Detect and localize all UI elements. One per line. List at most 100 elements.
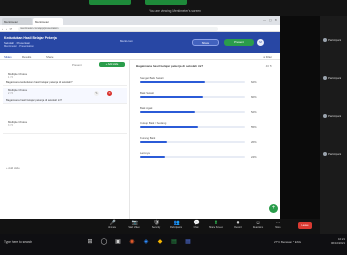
zoom-icon[interactable]: ◈ bbox=[142, 238, 150, 246]
leave-label: Leave bbox=[301, 224, 309, 227]
share-button[interactable]: Share bbox=[192, 39, 219, 46]
chat-icon: 💬 bbox=[193, 220, 200, 226]
option-label: Sangat Baik Sekali bbox=[140, 76, 164, 80]
zoom-view-options-pill[interactable] bbox=[145, 0, 187, 5]
share-title: You are viewing Mentimeter's screen bbox=[149, 9, 201, 13]
result-option: Baik Sekali 60% bbox=[140, 91, 264, 103]
file-explorer-icon[interactable]: ◆ bbox=[156, 238, 164, 246]
address-bar: ‹ › ⟳ mentimeter.com/app/presentation bbox=[0, 25, 280, 32]
record-button[interactable]: ⏺ Record bbox=[229, 220, 247, 230]
participants-label: Participants bbox=[169, 227, 182, 229]
taskbar-clock[interactable]: 10:21 06/10/2021 bbox=[331, 237, 345, 245]
option-label: Cukup Baik / Sedang bbox=[140, 121, 167, 125]
result-option: Lainnya 24% bbox=[140, 151, 264, 163]
unmute-button[interactable]: 🎤 Unmute bbox=[103, 221, 121, 230]
share-screen-button[interactable]: ⬆ Share Screen bbox=[207, 221, 225, 230]
participant-item[interactable]: Participant bbox=[323, 36, 345, 43]
slide-item[interactable]: Multiple Choice 3 / 5 bbox=[3, 120, 127, 134]
results-question: Bagaimana hasil belajar pekerja di sekol… bbox=[136, 64, 204, 68]
option-percent: 52% bbox=[251, 109, 257, 114]
slide-number: 1 / 5 bbox=[8, 76, 13, 79]
task-view-icon[interactable]: ▣ bbox=[114, 238, 122, 246]
shared-browser-window: Mentimeter Mentimeter — ▢ ✕ ‹ › ⟳ mentim… bbox=[0, 16, 280, 219]
participant-avatar bbox=[323, 37, 327, 42]
option-percent: 26% bbox=[251, 139, 257, 144]
option-bar bbox=[140, 111, 195, 114]
add-icon[interactable]: + bbox=[269, 204, 278, 213]
unmute-label: Unmute bbox=[107, 227, 117, 229]
option-label: Lainnya bbox=[140, 151, 150, 155]
option-bar bbox=[140, 156, 166, 159]
chat-button[interactable]: 💬 Chat bbox=[187, 220, 205, 230]
tab-results[interactable]: Results bbox=[22, 55, 31, 59]
participant-item[interactable]: Participant bbox=[323, 150, 345, 157]
security-button[interactable]: 🛡 Security bbox=[147, 220, 165, 230]
browser-tab[interactable]: Mentimeter bbox=[2, 18, 32, 25]
option-bar-track bbox=[140, 81, 245, 84]
participant-avatar bbox=[323, 75, 327, 80]
chrome-icon[interactable]: ◉ bbox=[128, 238, 136, 246]
record-icon: ⏺ bbox=[236, 220, 240, 226]
start-video-icon: 📷 bbox=[131, 220, 138, 226]
slide-item[interactable]: Multiple Choice 1 / 5 Bagaimana keduduka… bbox=[3, 72, 127, 86]
record-label: Record bbox=[234, 227, 242, 229]
participant-item[interactable]: Participant bbox=[323, 112, 345, 119]
participant-avatar bbox=[323, 113, 327, 118]
result-option: Kurang Baik 26% bbox=[140, 136, 264, 148]
present-button[interactable]: Present bbox=[224, 39, 254, 46]
option-percent: 24% bbox=[251, 154, 257, 159]
option-label: Kurang Baik bbox=[140, 136, 156, 140]
start-video-button[interactable]: 📷 Start Video bbox=[125, 220, 143, 230]
present-link[interactable]: Present bbox=[72, 63, 82, 67]
participant-name: Participant bbox=[328, 37, 342, 42]
zoom-controls-bar: 🎤 Unmute 📷 Start Video 🛡 Security 👥 Participant… bbox=[0, 219, 320, 234]
filter-button[interactable]: ≡ Filter bbox=[263, 55, 272, 59]
more-icon: ⋯ bbox=[275, 220, 281, 226]
reactions-icon: ☺ bbox=[255, 220, 261, 226]
delete-icon[interactable]: ✕ bbox=[107, 91, 112, 96]
option-bar-track bbox=[140, 126, 245, 129]
security-label: Security bbox=[151, 227, 161, 229]
participant-item[interactable]: Participant bbox=[323, 74, 345, 81]
add-slide-link[interactable]: + Add slide bbox=[6, 166, 20, 170]
more-button[interactable]: ⋯ More bbox=[269, 220, 287, 230]
slide-number: 2 / 5 bbox=[8, 92, 13, 95]
option-bar bbox=[140, 81, 206, 84]
url-input[interactable]: mentimeter.com/app/presentation bbox=[18, 26, 218, 31]
participants-panel: Participant Participant Participant Part… bbox=[320, 16, 347, 234]
browser-tab-active[interactable]: Mentimeter bbox=[33, 18, 63, 25]
participants-button[interactable]: 👥 Participants bbox=[167, 220, 185, 230]
search-circle-icon[interactable]: ◯ bbox=[100, 238, 108, 246]
excel-icon[interactable]: ▤ bbox=[170, 238, 178, 246]
participant-avatar bbox=[323, 151, 327, 156]
result-option: Sangat Baik Sekali 62% bbox=[140, 76, 264, 88]
zoom-status-pill[interactable] bbox=[89, 0, 131, 5]
windows-start-icon[interactable]: ⊞ bbox=[86, 238, 94, 246]
participants-icon: 👥 bbox=[173, 220, 180, 226]
tab-share[interactable]: Share bbox=[46, 55, 53, 59]
system-tray[interactable]: 27°C Berawan ^ ENG bbox=[274, 240, 301, 244]
join-code-label: Menti.com bbox=[120, 39, 133, 43]
results-panel: Bagaimana hasil belajar pekerja di sekol… bbox=[130, 60, 280, 219]
window-controls[interactable]: — ▢ ✕ bbox=[263, 18, 278, 22]
chat-label: Chat bbox=[193, 227, 199, 229]
user-avatar[interactable]: M bbox=[257, 39, 264, 46]
security-icon: 🛡 bbox=[153, 220, 160, 226]
reactions-button[interactable]: ☺ Reactions bbox=[249, 220, 267, 230]
leave-button[interactable]: Leave bbox=[298, 222, 312, 229]
presentation-meta: Mentimeter · Presentation bbox=[4, 45, 34, 48]
nav-buttons[interactable]: ‹ › ⟳ bbox=[2, 27, 13, 31]
response-count: 46 ↻ bbox=[265, 64, 272, 68]
result-option: Baik Agak 52% bbox=[140, 106, 264, 118]
slide-number: 3 / 5 bbox=[8, 124, 13, 127]
option-bar bbox=[140, 126, 198, 129]
sub-tabs: Slides Results Share ≡ Filter bbox=[0, 53, 280, 61]
edit-icon[interactable]: ✎ bbox=[94, 91, 99, 96]
participant-name: Participant bbox=[328, 113, 342, 118]
taskbar-search[interactable]: Type here to search bbox=[4, 240, 32, 244]
add-slide-button[interactable]: + Add slide bbox=[99, 62, 125, 67]
taskbar-apps: ⊞ ◯ ▣ ◉ ◈ ◆ ▤ ▦ bbox=[86, 238, 192, 246]
word-icon[interactable]: ▦ bbox=[184, 238, 192, 246]
slide-item-active[interactable]: Multiple Choice 2 / 5 Bagaimana hasil be… bbox=[3, 88, 127, 104]
option-percent: 62% bbox=[251, 79, 257, 84]
